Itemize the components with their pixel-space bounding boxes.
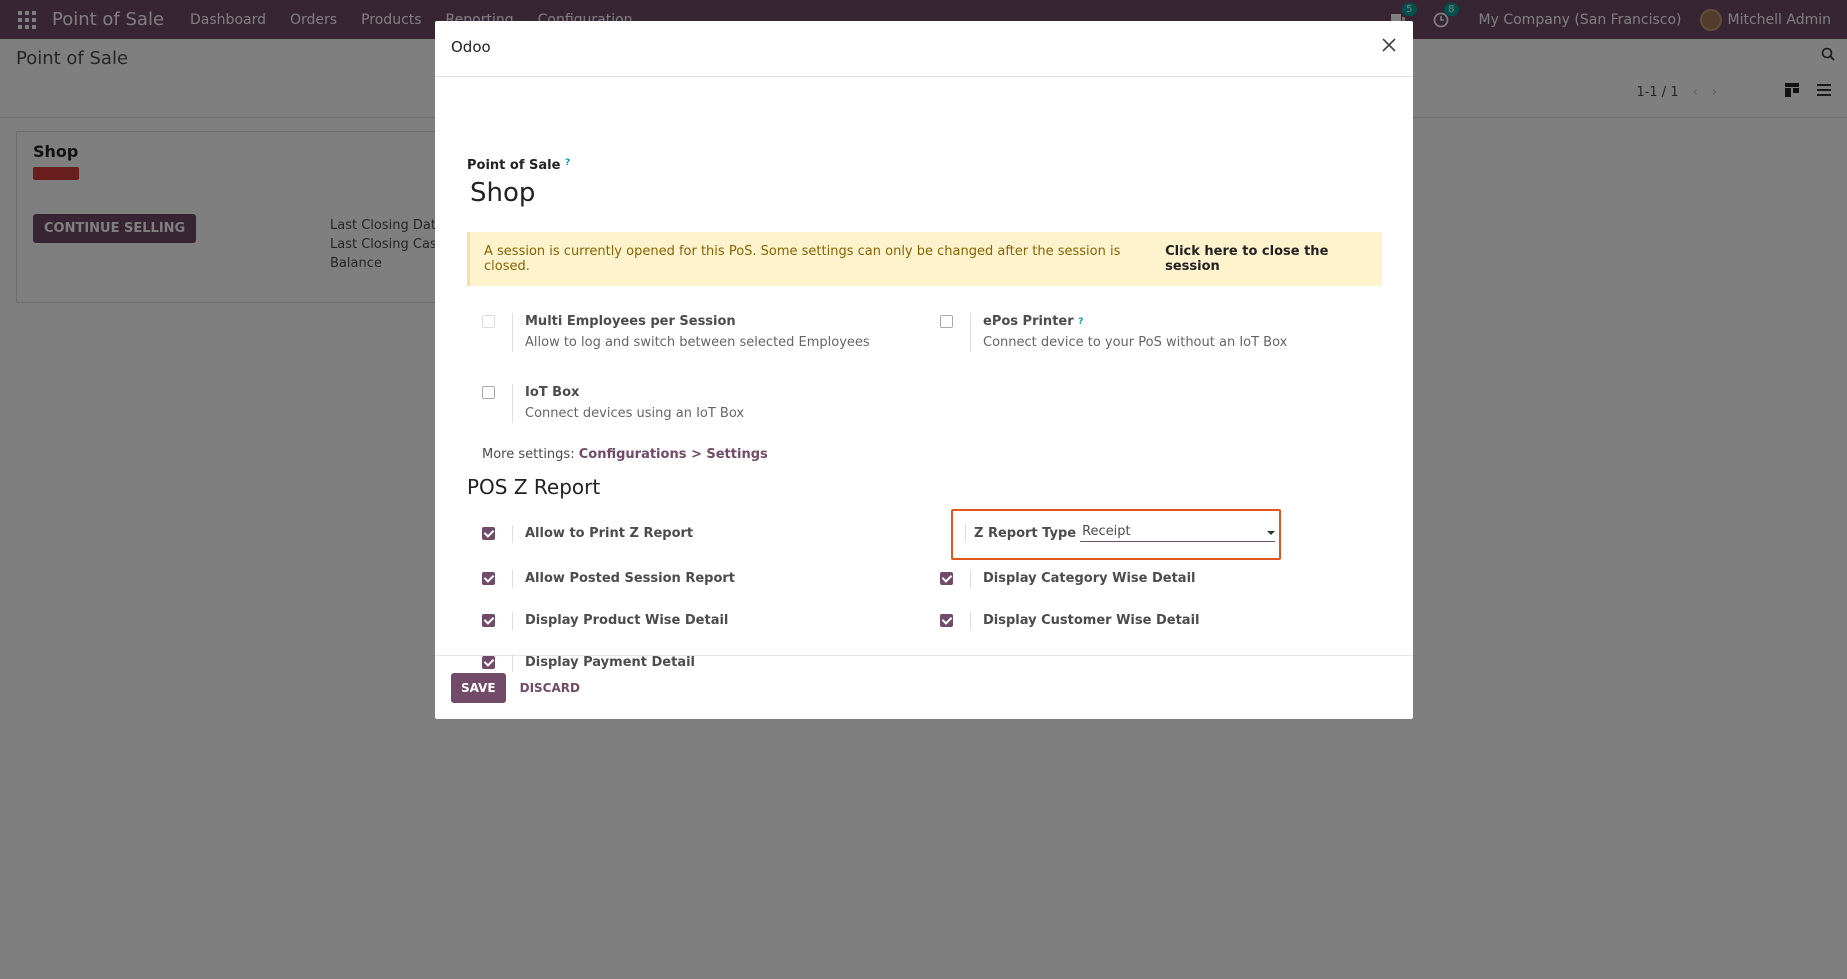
more-settings: More settings: Configurations > Settings: [482, 447, 768, 462]
configurations-settings-link[interactable]: Configurations > Settings: [579, 447, 768, 462]
setting-category-wise: Display Category Wise Detail: [940, 570, 1196, 588]
setting-allow-posted: Allow Posted Session Report: [482, 570, 735, 588]
product-wise-title: Display Product Wise Detail: [525, 613, 729, 628]
allow-posted-title: Allow Posted Session Report: [525, 571, 736, 586]
iot-box-title: IoT Box: [525, 385, 580, 400]
section-title: POS Z Report: [467, 475, 601, 499]
category-wise-title: Display Category Wise Detail: [983, 571, 1196, 586]
setting-epos-printer: ePos Printer ? Connect device to your Po…: [940, 313, 1287, 352]
chevron-down-icon: [1267, 531, 1276, 535]
z-report-type-highlight: Z Report Type Receipt: [951, 509, 1281, 560]
setting-product-wise: Display Product Wise Detail: [482, 612, 728, 630]
epos-printer-title: ePos Printer ?: [983, 313, 1287, 331]
epos-printer-checkbox[interactable]: [940, 315, 953, 328]
product-wise-checkbox[interactable]: [482, 614, 495, 627]
pos-field-label-text: Point of Sale: [467, 158, 561, 173]
settings-dialog: Odoo Point of Sale ? Shop A session is c…: [435, 21, 1413, 719]
pos-name-input[interactable]: Shop: [470, 178, 535, 208]
z-report-type-field: Z Report Type Receipt: [965, 524, 1276, 542]
dialog-footer: SAVE DISCARD: [435, 655, 1413, 719]
epos-printer-title-text: ePos Printer: [983, 314, 1074, 329]
z-report-type-select[interactable]: Receipt: [1080, 524, 1276, 542]
setting-customer-wise: Display Customer Wise Detail: [940, 612, 1199, 630]
category-wise-checkbox[interactable]: [940, 572, 953, 585]
save-button[interactable]: SAVE: [451, 672, 506, 703]
multi-employees-desc: Allow to log and switch between selected…: [525, 335, 870, 350]
more-settings-prefix: More settings:: [482, 447, 575, 462]
setting-multi-employees: Multi Employees per Session Allow to log…: [482, 313, 870, 352]
iot-box-checkbox[interactable]: [482, 386, 495, 399]
alert-text: A session is currently opened for this P…: [484, 244, 1121, 274]
pos-field-label: Point of Sale ?: [467, 158, 570, 173]
multi-employees-title: Multi Employees per Session: [525, 314, 736, 329]
allow-print-z-checkbox[interactable]: [482, 527, 495, 540]
iot-box-desc: Connect devices using an IoT Box: [525, 406, 745, 421]
z-report-type-label: Z Report Type: [974, 525, 1077, 541]
help-tooltip-icon[interactable]: ?: [565, 158, 570, 168]
epos-help-icon[interactable]: ?: [1078, 317, 1083, 327]
allow-print-z-title: Allow to Print Z Report: [525, 526, 694, 541]
dialog-body: Point of Sale ? Shop A session is curren…: [435, 77, 1413, 672]
session-open-alert: A session is currently opened for this P…: [467, 232, 1382, 286]
dialog-title: Odoo: [451, 38, 491, 56]
multi-employees-checkbox[interactable]: [482, 315, 495, 328]
z-report-type-value: Receipt: [1082, 524, 1131, 539]
allow-posted-checkbox[interactable]: [482, 572, 495, 585]
setting-allow-print-z: Allow to Print Z Report: [482, 525, 693, 543]
close-icon[interactable]: [1381, 37, 1397, 57]
customer-wise-title: Display Customer Wise Detail: [983, 613, 1200, 628]
epos-printer-desc: Connect device to your PoS without an Io…: [983, 335, 1288, 350]
setting-iot-box: IoT Box Connect devices using an IoT Box: [482, 384, 744, 423]
customer-wise-checkbox[interactable]: [940, 614, 953, 627]
dialog-header: Odoo: [435, 21, 1413, 77]
discard-button[interactable]: DISCARD: [520, 681, 580, 695]
close-session-link[interactable]: Click here to close the session: [1165, 244, 1382, 274]
